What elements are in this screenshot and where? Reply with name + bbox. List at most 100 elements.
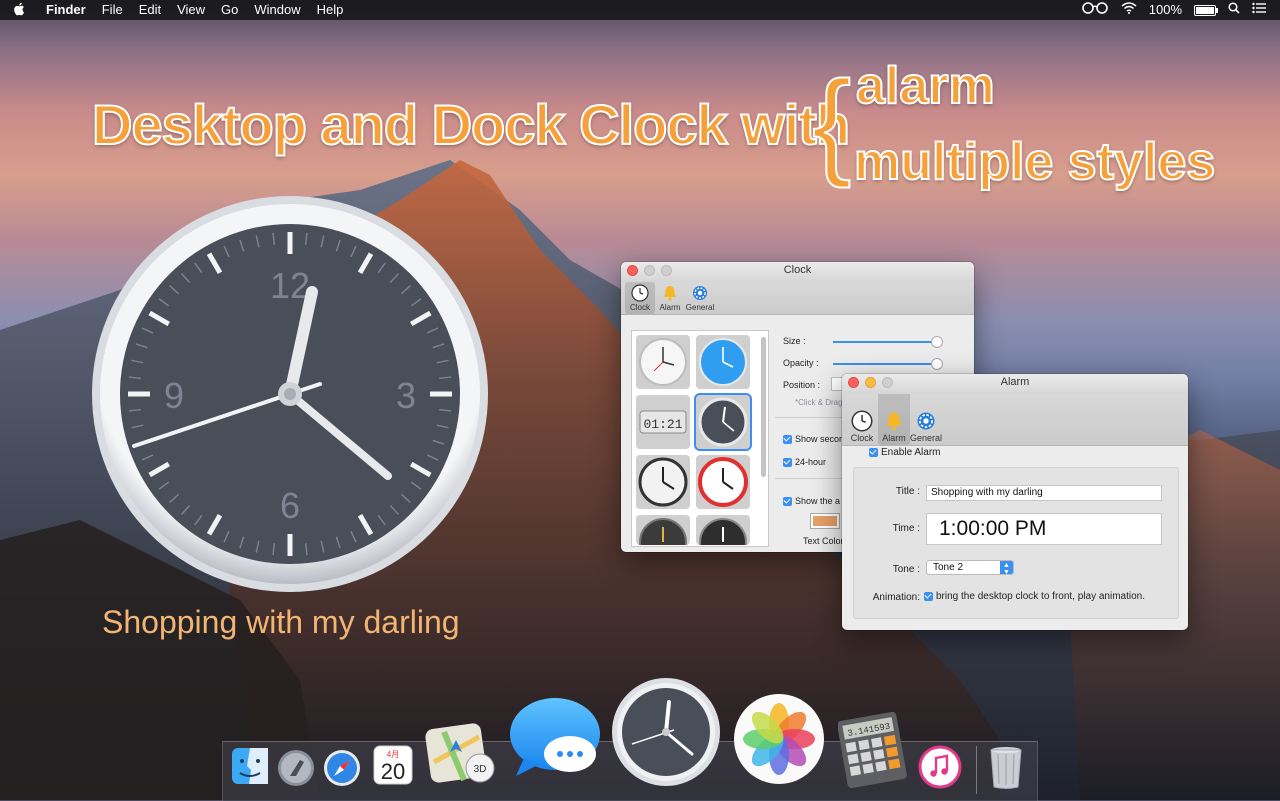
tab-alarm[interactable]: Alarm	[655, 282, 685, 314]
24-hour-label: 24-hour	[795, 457, 827, 467]
zoom-button[interactable]	[661, 265, 672, 276]
minimize-button[interactable]	[644, 265, 655, 276]
show-seconds-checkbox[interactable]: Show secor	[783, 434, 843, 445]
size-label: Size :	[783, 336, 806, 346]
calculator-icon[interactable]: 3.141593	[838, 712, 910, 788]
style-dark-gold[interactable]	[636, 515, 690, 552]
opacity-slider[interactable]	[833, 358, 943, 370]
calendar-day: 20	[381, 759, 405, 784]
calendar-month: 4月	[387, 750, 399, 759]
itunes-icon[interactable]	[918, 745, 962, 789]
maps-3d-badge: 3D	[474, 764, 487, 775]
close-button[interactable]	[627, 265, 638, 276]
text-color-swatch[interactable]	[811, 514, 839, 528]
enable-alarm-label: Enable Alarm	[881, 447, 941, 458]
trash-icon[interactable]	[986, 744, 1026, 790]
promo-feature-styles: multiple styles	[853, 132, 1216, 192]
tab-general-label: General	[685, 303, 715, 312]
alarm-window-toolbar: Clock Alarm General	[842, 390, 1188, 446]
zoom-button[interactable]	[882, 377, 893, 388]
clock-window-title: Clock	[783, 264, 812, 276]
opacity-label: Opacity :	[783, 358, 819, 368]
promo-brace: {	[811, 57, 852, 189]
tab-clock[interactable]: Clock	[625, 282, 655, 314]
menu-edit[interactable]: Edit	[131, 0, 169, 20]
alarm-window-titlebar[interactable]: Alarm	[842, 374, 1188, 394]
24-hour-checkbox[interactable]: 24-hour	[783, 457, 827, 468]
style-blue-analog[interactable]	[696, 335, 750, 389]
battery-percent: 100%	[1148, 2, 1182, 17]
tab-clock-label: Clock	[629, 303, 650, 312]
minimize-button[interactable]	[865, 377, 876, 388]
alarm-window: Alarm Clock Alarm General Enable Alarm T…	[842, 374, 1188, 630]
battery-icon[interactable]	[1194, 0, 1218, 20]
style-red-analog[interactable]	[696, 455, 750, 509]
clock-numeral-6: 6	[280, 485, 300, 526]
glasses-icon[interactable]	[1081, 0, 1109, 20]
desktop-clock[interactable]: 12 3 6 9	[90, 194, 490, 594]
alarm-animation-checkbox[interactable]: bring the desktop clock to front, play a…	[924, 591, 1145, 602]
tab-alarm[interactable]: Alarm	[878, 390, 910, 445]
promo-feature-alarm: alarm	[855, 56, 996, 116]
wifi-icon[interactable]	[1121, 0, 1137, 20]
style-white-analog[interactable]	[636, 335, 690, 389]
gear-icon	[917, 412, 935, 430]
menu-view[interactable]: View	[169, 0, 213, 20]
enable-alarm-checkbox[interactable]: Enable Alarm	[869, 447, 940, 458]
notification-center-icon[interactable]	[1252, 0, 1266, 20]
menu-window[interactable]: Window	[246, 0, 308, 20]
desktop-clock-caption: Shopping with my darling	[102, 604, 460, 640]
bell-icon	[886, 412, 902, 431]
clock-app-icon[interactable]	[610, 676, 722, 788]
tab-alarm-label: Alarm	[882, 433, 906, 443]
show-text-checkbox[interactable]: Show the a	[783, 496, 841, 507]
alarm-tone-label: Tone :	[892, 564, 920, 575]
gear-icon	[693, 286, 707, 300]
launchpad-icon[interactable]	[276, 748, 316, 788]
size-slider[interactable]	[833, 336, 943, 348]
style-digital[interactable]: 01:21	[636, 395, 690, 449]
spotlight-icon[interactable]	[1228, 0, 1240, 20]
clock-numeral-3: 3	[396, 375, 416, 416]
clock-icon	[851, 410, 873, 432]
show-seconds-label: Show secor	[795, 434, 843, 444]
tab-general[interactable]: General	[910, 390, 942, 445]
menu-help[interactable]: Help	[309, 0, 352, 20]
tab-clock[interactable]: Clock	[846, 390, 878, 445]
alarm-tone-select[interactable]: Tone 2 ▲ ▼	[926, 560, 1014, 576]
gallery-scrollbar[interactable]	[761, 337, 766, 477]
messages-icon[interactable]	[508, 696, 602, 780]
tab-general[interactable]: General	[685, 282, 715, 314]
alarm-title-field[interactable]: Shopping with my darling	[926, 485, 1162, 501]
apple-menu-icon[interactable]	[0, 2, 38, 19]
alarm-tone-value: Tone 2	[933, 562, 964, 573]
menu-file[interactable]: File	[94, 0, 131, 20]
alarm-time-field[interactable]: 1:00:00 PM	[926, 513, 1162, 545]
alarm-animation-label: Animation:	[872, 592, 920, 603]
digital-sample-text: 01:21	[643, 417, 682, 432]
show-text-label: Show the a	[795, 496, 841, 506]
promo-headline: Desktop and Dock Clock with	[91, 92, 851, 157]
position-label: Position :	[783, 380, 821, 390]
alarm-animation-text: bring the desktop clock to front, play a…	[936, 591, 1146, 602]
style-dark-classic[interactable]	[696, 515, 750, 552]
clock-style-gallery[interactable]: 01:21	[631, 330, 769, 552]
style-dark-analog[interactable]	[696, 395, 750, 449]
close-button[interactable]	[848, 377, 859, 388]
finder-icon[interactable]	[230, 746, 270, 786]
menu-go[interactable]: Go	[213, 0, 246, 20]
clock-window-titlebar[interactable]: Clock	[621, 262, 974, 282]
dock-separator	[976, 746, 977, 794]
clock-numeral-12: 12	[270, 265, 310, 306]
calendar-icon[interactable]: 4月 20	[372, 744, 414, 786]
alarm-window-title: Alarm	[1000, 376, 1030, 388]
maps-icon[interactable]: 3D	[424, 722, 496, 786]
tab-general-label: General	[909, 433, 943, 443]
menu-app-name[interactable]: Finder	[38, 0, 94, 20]
photos-icon[interactable]	[732, 692, 826, 786]
style-black-analog[interactable]	[636, 455, 690, 509]
menu-bar: Finder File Edit View Go Window Help 100…	[0, 0, 1280, 20]
clock-icon	[631, 284, 649, 302]
text-color-label: Text Color	[803, 536, 844, 546]
safari-icon[interactable]	[322, 748, 362, 788]
